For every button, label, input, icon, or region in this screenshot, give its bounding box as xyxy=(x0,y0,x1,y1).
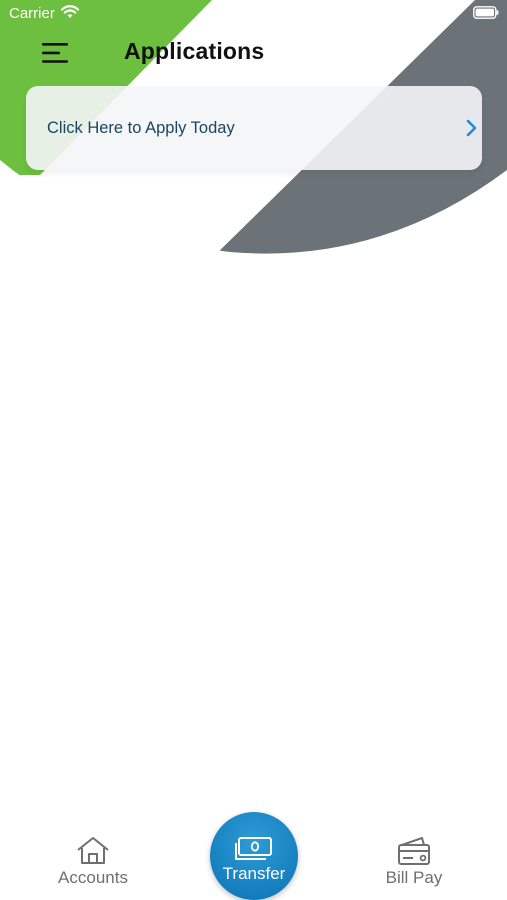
hamburger-icon xyxy=(42,43,68,63)
tab-transfer-label: Transfer xyxy=(222,864,286,883)
cash-icon xyxy=(235,837,272,860)
apply-today-label: Click Here to Apply Today xyxy=(47,119,235,137)
apply-today-card[interactable]: Click Here to Apply Today xyxy=(26,86,482,170)
chevron-right-icon xyxy=(466,119,477,137)
menu-button[interactable] xyxy=(40,40,70,66)
tab-transfer[interactable]: Transfer xyxy=(210,812,298,900)
carrier-label: Carrier xyxy=(9,5,55,22)
status-bar: Carrier xyxy=(0,0,507,28)
battery-icon xyxy=(473,6,499,19)
wifi-icon xyxy=(60,5,80,18)
page-title: Applications xyxy=(124,38,265,64)
